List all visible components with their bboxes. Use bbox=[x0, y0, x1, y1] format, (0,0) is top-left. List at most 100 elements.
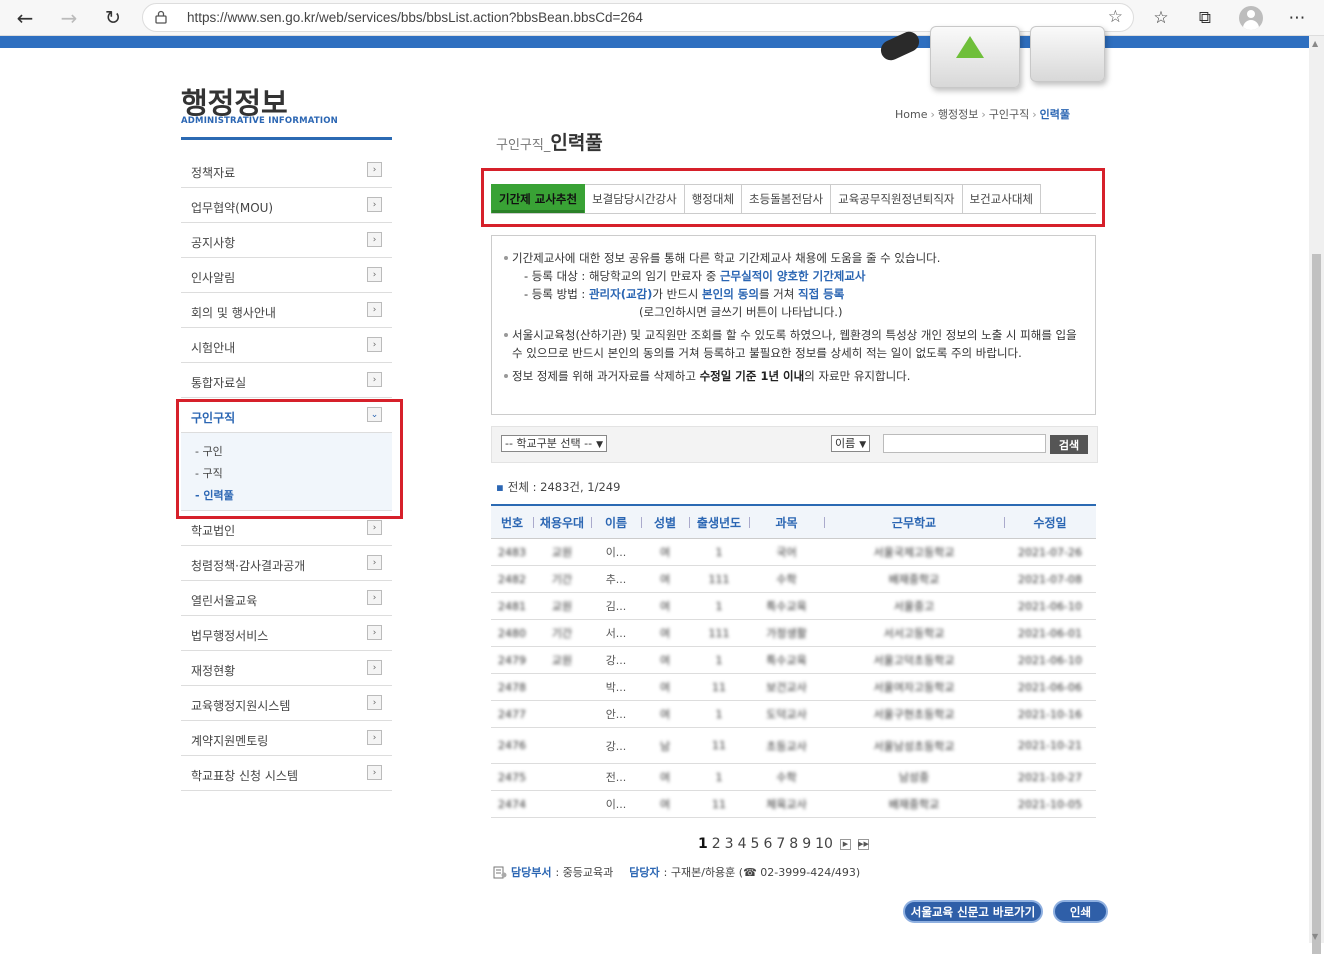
table-cell[interactable]: 강... bbox=[591, 647, 641, 673]
back-icon[interactable]: ← bbox=[12, 5, 38, 31]
page-scrollbar[interactable]: ▲ ▼ bbox=[1309, 36, 1324, 954]
menu-item-meetings[interactable]: 회의 및 행사안내 › bbox=[181, 293, 392, 328]
table-row[interactable]: 2476 강... 남 11 초등교사 서울남성초등학교 2021-10-21 bbox=[491, 728, 1096, 764]
menu-item-open-edu[interactable]: 열린서울교육 › bbox=[181, 581, 392, 616]
table-cell: 서울구현초등학교 bbox=[873, 708, 955, 721]
profile-avatar[interactable] bbox=[1239, 6, 1263, 30]
page-link-current[interactable]: 1 bbox=[698, 836, 708, 852]
menu-item-mou[interactable]: 업무협약(MOU) › bbox=[181, 188, 392, 223]
menu-item-finance[interactable]: 재정현황 › bbox=[181, 651, 392, 686]
page-link[interactable]: 2 bbox=[712, 836, 721, 852]
breadcrumb-jobs[interactable]: 구인구직 bbox=[989, 108, 1029, 121]
table-cell[interactable]: 이... bbox=[591, 791, 641, 817]
scrollbar-thumb[interactable] bbox=[1312, 254, 1321, 954]
table-cell[interactable]: 추... bbox=[591, 566, 641, 592]
forward-icon[interactable]: → bbox=[56, 5, 82, 31]
table-row[interactable]: 2481 교원 김... 여 1 특수교육 서울중고 2021-06-10 bbox=[491, 593, 1096, 620]
menu-item-notice[interactable]: 공지사항 › bbox=[181, 223, 392, 258]
menu-item-exams[interactable]: 시험안내 › bbox=[181, 328, 392, 363]
add-favorite-icon[interactable]: ☆ bbox=[1108, 7, 1123, 27]
table-row[interactable]: 2478 박... 여 11 보건교사 서울여자고등학교 2021-06-06 bbox=[491, 674, 1096, 701]
table-cell: 여 bbox=[659, 546, 671, 559]
table-cell: 수학 bbox=[776, 771, 797, 784]
menu-item-integrity[interactable]: 청렴정책·감사결과공개 › bbox=[181, 546, 392, 581]
page-link[interactable]: 6 bbox=[763, 836, 772, 852]
table-cell[interactable]: 서... bbox=[591, 620, 641, 646]
table-cell[interactable]: 김... bbox=[591, 593, 641, 619]
chevron-down-icon: ▼ bbox=[596, 440, 604, 450]
table-cell[interactable]: 강... bbox=[591, 728, 641, 763]
url-text: https://www.sen.go.kr/web/services/bbs/b… bbox=[187, 10, 643, 25]
collections-icon[interactable]: ⧉ bbox=[1192, 5, 1218, 31]
chevron-right-icon: › bbox=[367, 267, 382, 282]
table-cell: 11 bbox=[712, 680, 726, 694]
table-cell[interactable]: 안... bbox=[591, 701, 641, 727]
column-header: 수정일 bbox=[1004, 506, 1096, 538]
school-type-select[interactable]: -- 학교구분 선택 -- ▼ bbox=[501, 435, 608, 452]
page-link[interactable]: 3 bbox=[725, 836, 734, 852]
page-link[interactable]: 7 bbox=[776, 836, 785, 852]
table-row[interactable]: 2482 기간 추... 여 111 수학 배재중학교 2021-07-08 bbox=[491, 566, 1096, 593]
table-row[interactable]: 2483 교원 이... 여 1 국어 서울국제고등학교 2021-07-26 bbox=[491, 539, 1096, 566]
column-header: 출생년도 bbox=[689, 506, 749, 538]
print-button[interactable]: 인쇄 bbox=[1053, 900, 1108, 923]
column-header: 이름 bbox=[591, 506, 641, 538]
favorites-icon[interactable]: ☆ bbox=[1148, 5, 1174, 31]
table-cell: 2021-06-10 bbox=[1018, 653, 1082, 667]
menu-item-legal[interactable]: 법무행정서비스 › bbox=[181, 616, 392, 651]
chevron-right-icon: › bbox=[367, 625, 382, 640]
menu-item-label: 정책자료 bbox=[191, 166, 236, 180]
table-cell: 가정생활 bbox=[766, 627, 807, 640]
menu-item-personnel[interactable]: 인사알림 › bbox=[181, 258, 392, 293]
reload-icon[interactable]: ↻ bbox=[100, 5, 126, 31]
table-row[interactable]: 2475 전... 여 1 수학 남성중 2021-10-27 bbox=[491, 764, 1096, 791]
menu-item-policy[interactable]: 정책자료 › bbox=[181, 153, 392, 188]
table-row[interactable]: 2479 교원 강... 여 1 특수교육 서울고덕초등학교 2021-06-10 bbox=[491, 647, 1096, 674]
menu-item-contract-mentoring[interactable]: 계약지원멘토링 › bbox=[181, 721, 392, 756]
table-cell: 특수교육 bbox=[766, 654, 807, 667]
scroll-down-icon[interactable]: ▼ bbox=[1312, 932, 1318, 941]
table-row[interactable]: 2480 기간 서... 여 111 가정생활 서서고등학교 2021-06-01 bbox=[491, 620, 1096, 647]
page-link[interactable]: 4 bbox=[738, 836, 747, 852]
page-title-main: 인력풀 bbox=[550, 132, 603, 154]
table-row[interactable]: 2477 안... 여 1 도덕교사 서울구현초등학교 2021-10-16 bbox=[491, 701, 1096, 728]
more-menu-icon[interactable]: ⋯ bbox=[1284, 5, 1310, 31]
menu-item-admin-system[interactable]: 교육행정지원시스템 › bbox=[181, 686, 392, 721]
breadcrumb-admin[interactable]: 행정정보 bbox=[938, 108, 978, 121]
chevron-right-icon: › bbox=[367, 197, 382, 212]
table-cell[interactable]: 이... bbox=[591, 539, 641, 565]
scroll-up-icon[interactable]: ▲ bbox=[1312, 39, 1318, 48]
column-header: 과목 bbox=[749, 506, 824, 538]
search-field-select[interactable]: 이름 ▼ bbox=[831, 435, 871, 452]
table-cell: 여 bbox=[659, 798, 671, 811]
breadcrumb-separator-icon: › bbox=[981, 108, 986, 121]
page-link[interactable]: 5 bbox=[751, 836, 760, 852]
next-page-icon[interactable]: ▶ bbox=[839, 838, 851, 850]
page-link[interactable]: 8 bbox=[789, 836, 798, 852]
table-cell[interactable]: 박... bbox=[591, 674, 641, 700]
menu-item-archive[interactable]: 통합자료실 › bbox=[181, 363, 392, 398]
document-icon bbox=[493, 866, 507, 878]
table-cell[interactable]: 전... bbox=[591, 764, 641, 790]
page-link[interactable]: 10 bbox=[815, 836, 833, 852]
search-input[interactable] bbox=[883, 434, 1046, 453]
last-page-icon[interactable]: ▶▶ bbox=[857, 838, 869, 850]
search-button[interactable]: 검색 bbox=[1050, 435, 1088, 454]
table-cell bbox=[533, 728, 591, 763]
page-link[interactable]: 9 bbox=[802, 836, 811, 852]
highlight-box-menu bbox=[176, 399, 403, 519]
column-header: 채용우대 bbox=[533, 506, 591, 538]
chevron-right-icon: › bbox=[367, 372, 382, 387]
table-cell: 기간 bbox=[551, 573, 573, 586]
menu-item-label: 통합자료실 bbox=[191, 376, 247, 390]
table-row[interactable]: 2474 이... 여 11 체육교사 배재중학교 2021-10-05 bbox=[491, 791, 1096, 818]
site-header-bar bbox=[0, 36, 1309, 48]
page-title: 구인구직_인력풀 bbox=[496, 128, 603, 155]
table-cell: 서울남성초등학교 bbox=[873, 739, 955, 753]
notice-line: 정보 정제를 위해 과거자료를 삭제하고 수정일 기준 1년 이내의 자료만 유… bbox=[504, 367, 1085, 385]
chevron-right-icon: › bbox=[367, 302, 382, 317]
breadcrumb-home[interactable]: Home bbox=[895, 108, 927, 121]
notice-line: - 등록 방법 : 관리자(교감)가 반드시 본인의 동의를 거쳐 직접 등록 bbox=[524, 287, 845, 301]
newspaper-link-button[interactable]: 서울교육 신문고 바로가기 bbox=[903, 900, 1043, 923]
menu-item-school-award[interactable]: 학교표창 신청 시스템 › bbox=[181, 756, 392, 791]
